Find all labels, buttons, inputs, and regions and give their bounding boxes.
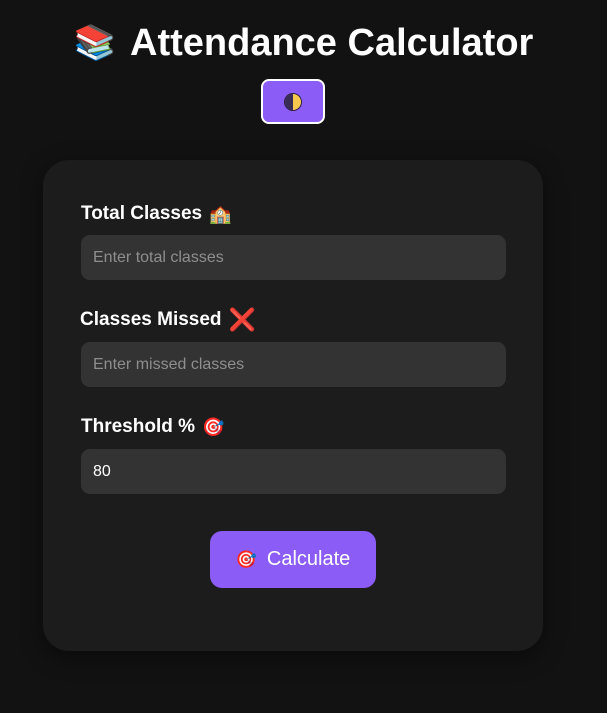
theme-toggle-button[interactable] [261,79,325,124]
threshold-input[interactable] [81,449,506,494]
target-icon: 🎯 [202,417,225,437]
calculator-card: Total Classes 🏫 Classes Missed ❌ Thresho… [43,160,543,651]
calculate-button[interactable]: 🎯 Calculate [210,531,376,588]
classes-missed-label: Classes Missed ❌ [80,308,256,332]
classes-missed-input[interactable] [81,342,506,387]
page-title: 📚 Attendance Calculator [74,20,534,66]
books-icon: 📚 [73,24,117,62]
total-classes-label: Total Classes 🏫 [81,202,232,226]
threshold-label-text: Threshold % [81,416,196,437]
total-classes-label-text: Total Classes [81,203,203,224]
header: 📚 Attendance Calculator [0,20,607,66]
cross-icon: ❌ [228,307,256,332]
page: 📚 Attendance Calculator Total Classes 🏫 … [0,0,607,713]
threshold-label: Threshold % 🎯 [81,415,224,439]
total-classes-input[interactable] [81,235,506,280]
classes-missed-label-text: Classes Missed [80,309,222,330]
calculate-button-label: Calculate [266,548,351,570]
school-icon: 🏫 [209,204,232,224]
half-moon-icon [285,93,301,110]
page-title-text: Attendance Calculator [130,22,534,64]
target-icon: 🎯 [235,549,257,569]
